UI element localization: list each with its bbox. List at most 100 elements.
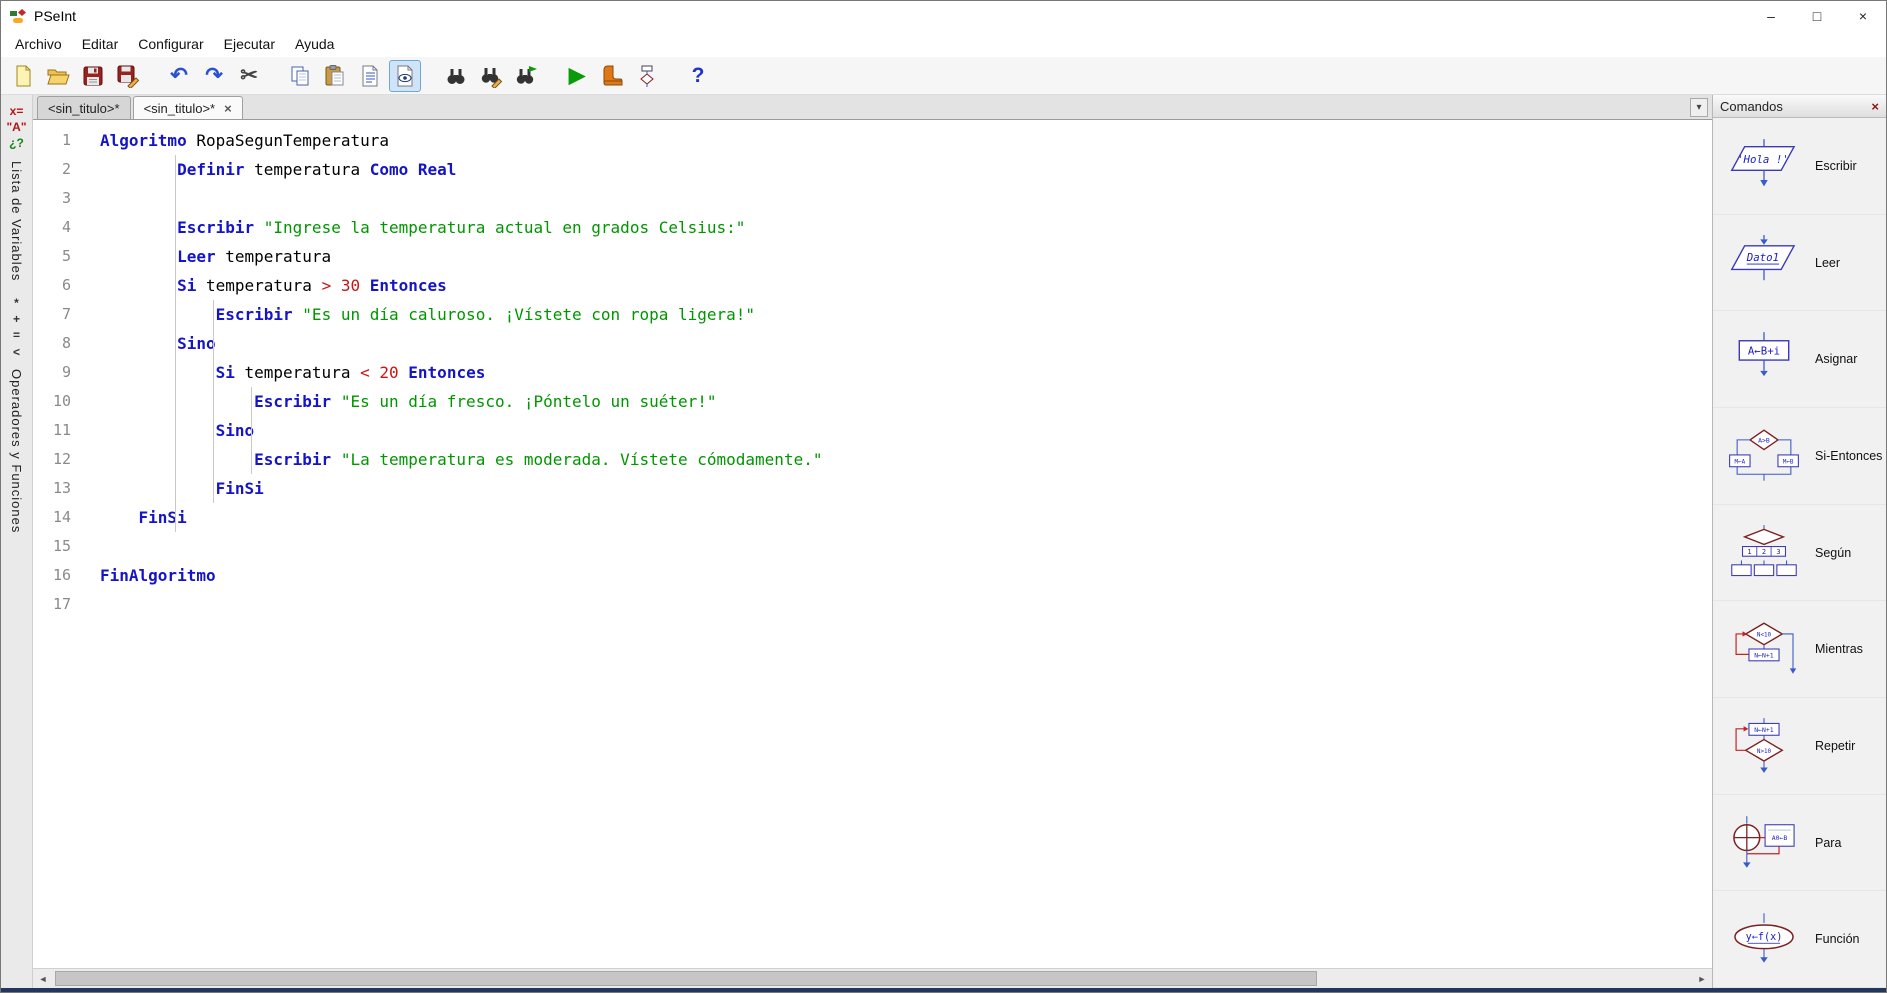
code-line-7[interactable]: Escribir "Es un día caluroso. ¡Vístete c… bbox=[100, 300, 1712, 329]
code-line-14[interactable]: FinSi bbox=[100, 503, 1712, 532]
tab-sin-titulo-2-active[interactable]: <sin_titulo>* × bbox=[132, 96, 243, 119]
undo-button[interactable]: ↶ bbox=[163, 60, 195, 92]
command-mientras[interactable]: N<10 N←N+1 Mientras bbox=[1713, 601, 1886, 699]
view-options-button[interactable] bbox=[389, 59, 421, 92]
draw-flowchart-button[interactable] bbox=[631, 60, 663, 92]
code-area[interactable]: Algoritmo RopaSegunTemperatura Definir t… bbox=[77, 126, 1712, 968]
cut-button[interactable]: ✂ bbox=[233, 60, 265, 92]
svg-text:M←A: M←A bbox=[1735, 459, 1746, 465]
command-label: Mientras bbox=[1815, 642, 1863, 657]
open-file-button[interactable] bbox=[42, 60, 74, 92]
code-line-17[interactable] bbox=[100, 590, 1712, 619]
code-line-13[interactable]: FinSi bbox=[100, 474, 1712, 503]
find-replace-button[interactable] bbox=[475, 60, 507, 92]
view-options-icon bbox=[397, 65, 413, 86]
menu-item-configurar[interactable]: Configurar bbox=[128, 33, 213, 55]
line-number: 10 bbox=[52, 392, 71, 410]
find-button[interactable] bbox=[440, 60, 472, 92]
panel-close-icon[interactable]: × bbox=[1871, 99, 1879, 114]
code-line-9[interactable]: Si temperatura < 20 Entonces bbox=[100, 358, 1712, 387]
line-number: 9 bbox=[61, 363, 71, 381]
paste-button[interactable] bbox=[319, 60, 351, 92]
code-line-3[interactable] bbox=[100, 184, 1712, 213]
code-line-2[interactable]: Definir temperatura Como Real bbox=[100, 155, 1712, 184]
menu-item-editar[interactable]: Editar bbox=[72, 33, 129, 55]
svg-text:N←N+1: N←N+1 bbox=[1754, 726, 1774, 734]
new-file-button[interactable] bbox=[7, 60, 39, 92]
command-label: Repetir bbox=[1815, 738, 1856, 753]
redo-button[interactable]: ↷ bbox=[198, 60, 230, 92]
horizontal-scrollbar[interactable]: ◄ ► bbox=[33, 968, 1712, 988]
line-number: 11 bbox=[52, 421, 71, 439]
scrollbar-thumb[interactable] bbox=[55, 971, 1318, 986]
command-leer[interactable]: Dato1 Leer bbox=[1713, 215, 1886, 312]
line-number: 13 bbox=[52, 479, 71, 497]
line-number: 7 bbox=[61, 305, 71, 323]
code-line-5[interactable]: Leer temperatura bbox=[100, 242, 1712, 271]
save-file-icon bbox=[83, 66, 103, 85]
code-line-15[interactable] bbox=[100, 532, 1712, 561]
scroll-right-icon[interactable]: ► bbox=[1692, 969, 1712, 988]
code-line-12[interactable]: Escribir "La temperatura es moderada. Ví… bbox=[100, 445, 1712, 474]
command-si-entonces[interactable]: A>B M←A M←B Si-Entonces bbox=[1713, 408, 1886, 505]
rail-tab-operators[interactable]: * + = < Operadores y Funciones bbox=[9, 295, 24, 533]
rail-operators-glyphs: * + = < bbox=[13, 295, 20, 360]
copy-button[interactable] bbox=[284, 60, 316, 92]
document-lines-icon bbox=[362, 65, 378, 86]
command-repetir[interactable]: N←N+1 N>10 Repetir bbox=[1713, 698, 1886, 795]
command-funcion[interactable]: y←f(x) Función bbox=[1713, 891, 1886, 989]
help-button[interactable]: ? bbox=[682, 60, 714, 92]
command-para[interactable]: A0←B Para bbox=[1713, 795, 1886, 892]
run-button[interactable]: ▶ bbox=[561, 60, 593, 92]
menu-item-ayuda[interactable]: Ayuda bbox=[285, 33, 344, 55]
for-flowchart-icon: A0←B bbox=[1713, 814, 1815, 872]
svg-text:A>B: A>B bbox=[1758, 436, 1770, 444]
close-button[interactable]: × bbox=[1840, 1, 1886, 31]
rail-glyph: + bbox=[12, 312, 20, 327]
line-number: 14 bbox=[52, 508, 71, 526]
tab-close-icon[interactable]: × bbox=[224, 101, 232, 116]
save-as-button[interactable] bbox=[112, 60, 144, 92]
code-line-8[interactable]: Sino bbox=[100, 329, 1712, 358]
step-run-button[interactable] bbox=[596, 60, 628, 92]
menu-item-archivo[interactable]: Archivo bbox=[5, 33, 72, 55]
code-line-6[interactable]: Si temperatura > 30 Entonces bbox=[100, 271, 1712, 300]
find-next-button[interactable] bbox=[510, 60, 542, 92]
command-segun[interactable]: 1 2 3 Según bbox=[1713, 505, 1886, 602]
rail-glyph: < bbox=[12, 344, 20, 359]
document-lines-button[interactable] bbox=[354, 60, 386, 92]
scroll-left-icon[interactable]: ◄ bbox=[33, 969, 53, 988]
code-line-4[interactable]: Escribir "Ingrese la temperatura actual … bbox=[100, 213, 1712, 242]
menu-item-ejecutar[interactable]: Ejecutar bbox=[214, 33, 285, 55]
command-escribir[interactable]: 'Hola !' Escribir bbox=[1713, 118, 1886, 215]
command-label: Si-Entonces bbox=[1815, 448, 1883, 463]
code-line-16[interactable]: FinAlgoritmo bbox=[100, 561, 1712, 590]
scrollbar-track[interactable] bbox=[53, 969, 1692, 988]
assign-flowchart-icon: A←B+i bbox=[1713, 330, 1815, 388]
command-label: Leer bbox=[1815, 255, 1841, 270]
svg-text:2: 2 bbox=[1762, 548, 1766, 556]
tab-list-dropdown-icon[interactable]: ▾ bbox=[1690, 98, 1708, 117]
minimize-button[interactable]: – bbox=[1748, 1, 1794, 31]
rail-glyph: = bbox=[12, 328, 20, 343]
function-flowchart-icon: y←f(x) bbox=[1713, 910, 1815, 968]
maximize-button[interactable]: □ bbox=[1794, 1, 1840, 31]
command-asignar[interactable]: A←B+i Asignar bbox=[1713, 311, 1886, 409]
open-file-icon bbox=[47, 69, 70, 84]
command-label: Función bbox=[1815, 932, 1860, 947]
save-file-button[interactable] bbox=[77, 60, 109, 92]
step-run-boot-icon bbox=[603, 65, 623, 85]
editor-region: <sin_titulo>* <sin_titulo>* × ▾ 12345678… bbox=[33, 95, 1712, 988]
tab-sin-titulo-1[interactable]: <sin_titulo>* bbox=[37, 96, 131, 119]
read-input-flowchart-icon: Dato1 bbox=[1713, 234, 1815, 292]
rail-tab-variables[interactable]: x= "A" ¿? Lista de Variables bbox=[6, 103, 26, 281]
commands-panel-header: Comandos × bbox=[1713, 95, 1886, 118]
code-line-10[interactable]: Escribir "Es un día fresco. ¡Póntelo un … bbox=[100, 387, 1712, 416]
code-line-11[interactable]: Sino bbox=[100, 416, 1712, 445]
code-editor[interactable]: 1 2 3 4 5 6 7 8 9 10 11 12 13 14 15 16 17 Algoritmo Ropa… bbox=[33, 120, 1712, 968]
find-binoculars-icon bbox=[447, 68, 465, 84]
toolbar: ↶ ↷ ✂ ▶ ? bbox=[1, 57, 1886, 95]
rail-label-variables: Lista de Variables bbox=[8, 160, 24, 281]
code-line-1[interactable]: Algoritmo RopaSegunTemperatura bbox=[100, 126, 1712, 155]
rail-glyph: x= bbox=[9, 104, 24, 118]
